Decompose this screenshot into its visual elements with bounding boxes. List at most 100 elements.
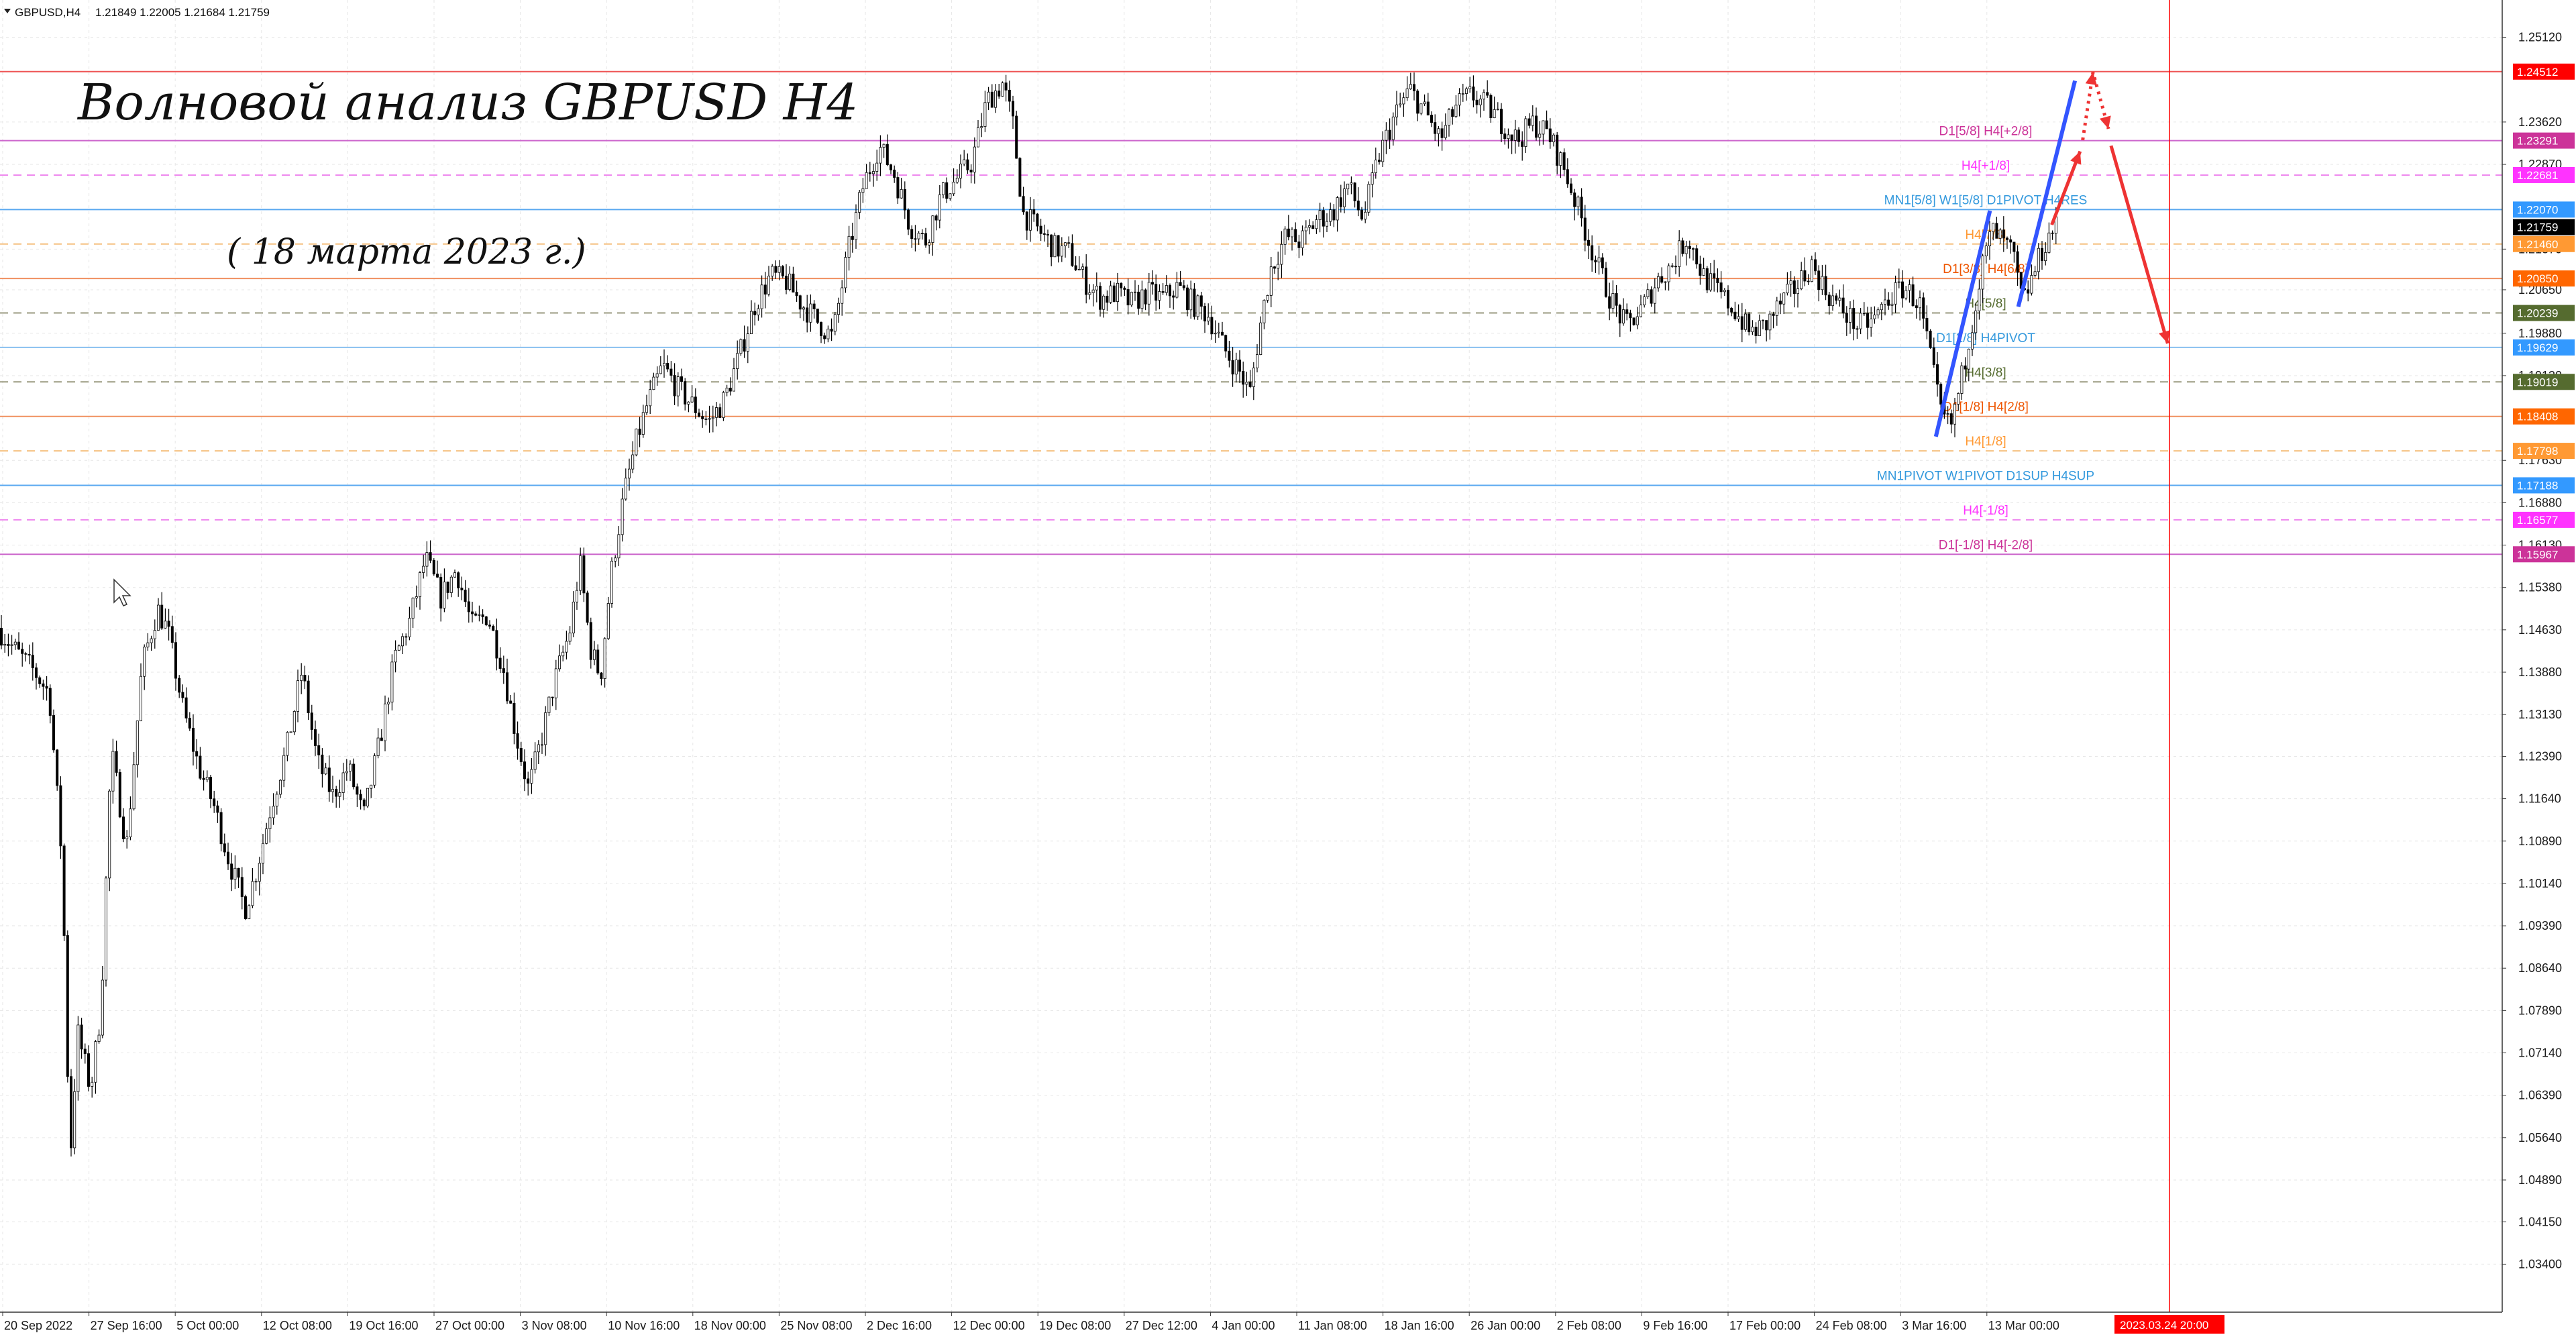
candle-body	[715, 407, 718, 418]
candle-body	[1615, 293, 1618, 306]
candle-body	[394, 649, 397, 663]
candle-body	[1077, 268, 1081, 270]
candle-body	[1074, 265, 1077, 270]
candle-body	[663, 363, 666, 366]
candle-body	[1228, 350, 1231, 361]
candle-body	[1444, 125, 1447, 138]
candle-body	[1234, 360, 1238, 375]
candle-body	[527, 778, 530, 784]
candle-body	[798, 295, 802, 310]
candle-body	[2047, 232, 2051, 253]
candle-body	[1807, 280, 1810, 282]
candle-body	[1507, 134, 1510, 140]
level-price-label: 1.20239	[2517, 307, 2558, 320]
candle-body	[1402, 97, 1405, 105]
candle-body	[146, 642, 150, 647]
candle-body	[1025, 211, 1028, 231]
candle-body	[178, 678, 181, 693]
candle-body	[907, 209, 910, 230]
candle-body	[1995, 223, 1998, 239]
candle-body	[966, 159, 969, 170]
candle-body	[1534, 115, 1538, 138]
candle-body	[513, 702, 516, 734]
candle-body	[1088, 292, 1091, 295]
candle-body	[1726, 290, 1729, 309]
price-tick-label: 1.08640	[2518, 961, 2562, 975]
candle-body	[1120, 282, 1123, 288]
candle-body	[1196, 295, 1199, 317]
candle-body	[806, 307, 809, 323]
candle-body	[910, 229, 914, 239]
candle-body	[774, 266, 777, 273]
price-tick-label: 1.13880	[2518, 665, 2562, 679]
candle-body	[125, 837, 129, 839]
candle-body	[73, 1091, 76, 1148]
candle-body	[624, 478, 627, 500]
candle-body	[457, 572, 460, 588]
candle-body	[1702, 268, 1705, 276]
candle-body	[303, 674, 307, 682]
candle-body	[1169, 285, 1172, 297]
candle-body	[1364, 211, 1367, 220]
candle-body	[1894, 282, 1897, 305]
candle-body	[181, 692, 184, 698]
candle-body	[983, 102, 987, 127]
candle-body	[722, 392, 725, 418]
candle-body	[1660, 276, 1664, 283]
candle-body	[1758, 320, 1761, 336]
candle-body	[411, 598, 415, 619]
candle-body	[425, 552, 429, 567]
candle-body	[1388, 129, 1391, 140]
candle-body	[1130, 292, 1133, 306]
candle-body	[1287, 228, 1290, 237]
candle-body	[934, 215, 938, 221]
candle-body	[76, 1024, 80, 1092]
candle-body	[1608, 296, 1611, 309]
candle-body	[1242, 371, 1245, 385]
candle-body	[1789, 280, 1792, 284]
candle-body	[1155, 284, 1158, 301]
candle-body	[1939, 384, 1943, 405]
chart-canvas[interactable]: D1[5/8] H4[+2/8] H4[+1/8] MN1[5/8] W1[5/8]…	[0, 0, 2576, 1339]
candle-body	[1203, 306, 1207, 322]
candle-body	[833, 314, 837, 332]
candle-body	[1283, 228, 1287, 245]
candle-body	[1126, 289, 1130, 306]
time-tick-label: 25 Nov 08:00	[780, 1319, 852, 1332]
candle-body	[401, 636, 405, 647]
candle-body	[1175, 282, 1179, 298]
candle-body	[593, 649, 596, 660]
candle-body	[1870, 318, 1873, 328]
candle-body	[676, 376, 680, 396]
candle-body	[275, 794, 278, 807]
candle-body	[743, 339, 746, 352]
candle-body	[156, 604, 160, 631]
candle-body	[432, 559, 435, 575]
candle-body	[1231, 360, 1234, 375]
candle-body	[1821, 276, 1824, 290]
candle-body	[1004, 83, 1008, 91]
candle-body	[777, 266, 781, 273]
level-price-label: 1.16577	[2517, 514, 2558, 527]
candle-body	[1263, 300, 1266, 323]
candle-body	[830, 329, 833, 332]
candle-body	[579, 555, 582, 591]
candle-body	[530, 769, 533, 784]
candle-body	[638, 429, 641, 435]
candle-body	[3, 644, 7, 646]
candle-body	[767, 276, 771, 294]
candle-body	[118, 772, 121, 818]
candle-body	[24, 653, 28, 655]
candle-body	[610, 561, 614, 604]
candle-body	[1513, 129, 1517, 141]
candle-body	[101, 979, 104, 1036]
candle-body	[1493, 109, 1496, 119]
candle-body	[701, 416, 704, 419]
candle-body	[1611, 293, 1615, 309]
candle-body	[924, 233, 928, 246]
candle-body	[1042, 233, 1046, 235]
candle-body	[631, 454, 635, 470]
candle-body	[296, 680, 299, 712]
candle-body	[21, 649, 24, 654]
candle-body	[1998, 229, 2002, 239]
